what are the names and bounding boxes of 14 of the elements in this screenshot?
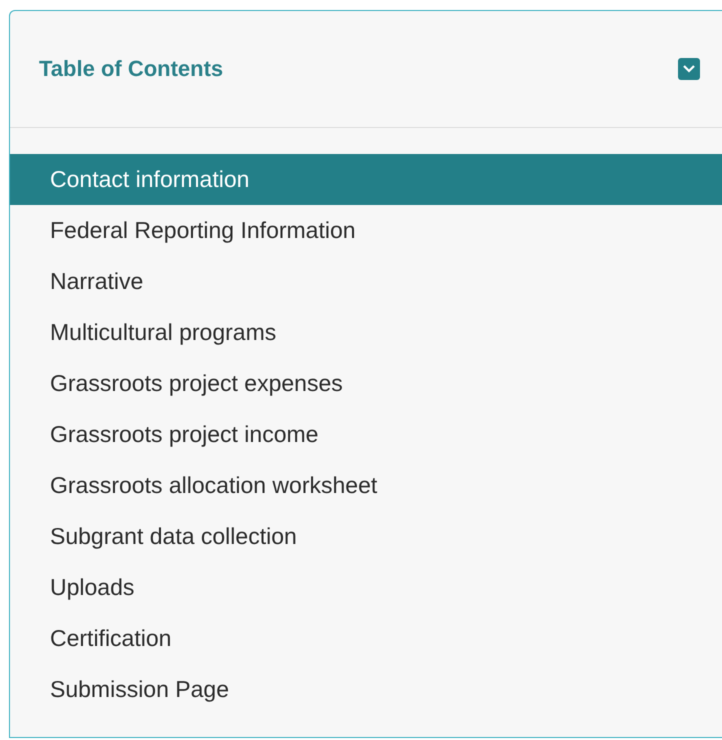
contents-link[interactable]: Grassroots allocation worksheet bbox=[10, 460, 722, 511]
contents-link[interactable]: Grassroots project income bbox=[10, 409, 722, 460]
contents-link[interactable]: Uploads bbox=[10, 562, 722, 613]
collapse-button[interactable] bbox=[678, 58, 700, 80]
contents-link[interactable]: Certification bbox=[10, 613, 722, 664]
contents-link[interactable]: Narrative bbox=[10, 256, 722, 307]
contents-link[interactable]: Subgrant data collection bbox=[10, 511, 722, 562]
contents-link[interactable]: Submission Page bbox=[10, 664, 722, 715]
chevron-icon bbox=[682, 64, 696, 74]
contents-link[interactable]: Grassroots project expenses bbox=[10, 358, 722, 409]
contents-link[interactable]: Multicultural programs bbox=[10, 307, 722, 358]
contents-link[interactable]: Contact information bbox=[10, 154, 722, 205]
panel-title: Table of Contents bbox=[39, 56, 224, 82]
contents-link[interactable]: Federal Reporting Information bbox=[10, 205, 722, 256]
